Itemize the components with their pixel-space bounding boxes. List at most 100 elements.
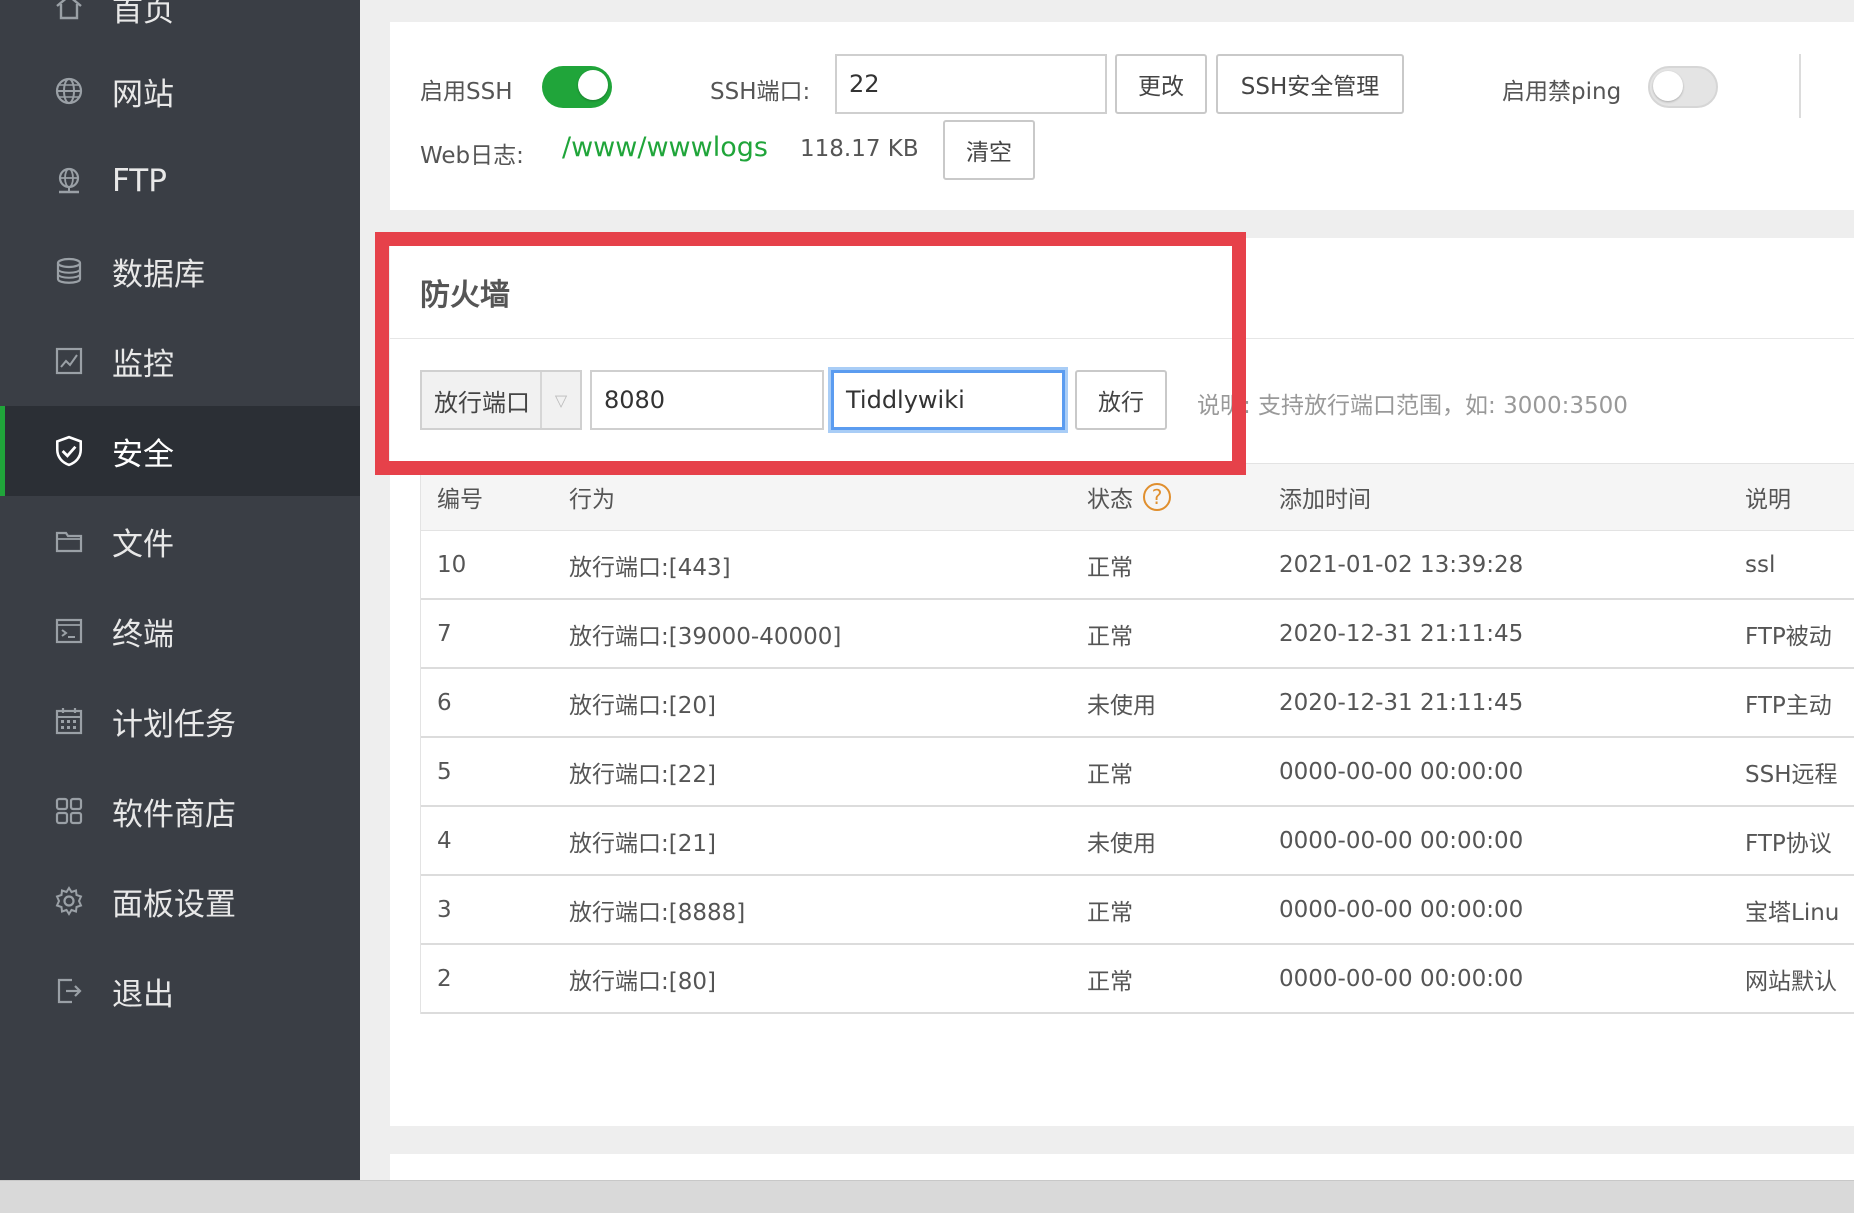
bottom-bar <box>0 1180 1854 1213</box>
globe-icon <box>52 74 86 108</box>
cell-note: 宝塔Linu <box>1745 899 1840 926</box>
sidebar-item-terminal[interactable]: 终端 <box>0 586 360 676</box>
column-header-time: 添加时间 <box>1279 487 1371 513</box>
cell-action: 放行端口:[8888] <box>569 899 746 926</box>
sidebar-item-label: 首页 <box>112 0 174 29</box>
column-header-status-label: 状态 <box>1087 487 1133 513</box>
sidebar-item-websites[interactable]: 网站 <box>0 46 360 136</box>
table-row: 2 放行端口:[80] 正常 0000-00-00 00:00:00 网站默认 <box>421 945 1854 1014</box>
sidebar-item-label: 数据库 <box>112 256 205 293</box>
table-row: 7 放行端口:[39000-40000] 正常 2020-12-31 21:11… <box>421 600 1854 669</box>
ssh-enable-toggle[interactable] <box>542 66 612 108</box>
cell-status: 正常 <box>1087 761 1133 788</box>
clear-log-button[interactable]: 清空 <box>943 120 1035 180</box>
ssh-security-button[interactable]: SSH安全管理 <box>1216 54 1404 114</box>
ssh-enable-label: 启用SSH <box>420 79 513 105</box>
cell-time: 2020-12-31 21:11:45 <box>1279 689 1524 716</box>
ftp-icon <box>52 164 86 198</box>
cell-note: ssl <box>1745 551 1776 578</box>
sidebar-item-home[interactable]: 首页 <box>0 0 360 52</box>
ssh-port-input[interactable]: 22 <box>835 54 1107 114</box>
column-header-action: 行为 <box>569 487 615 513</box>
sidebar-item-label: 网站 <box>112 76 174 113</box>
sidebar-item-panel-settings[interactable]: 面板设置 <box>0 856 360 946</box>
monitor-icon <box>52 344 86 378</box>
sidebar-item-label: 监控 <box>112 346 174 383</box>
sidebar-item-security[interactable]: 安全 <box>0 406 360 496</box>
cell-action: 放行端口:[21] <box>569 830 716 857</box>
cell-time: 0000-00-00 00:00:00 <box>1279 827 1524 854</box>
cell-time: 0000-00-00 00:00:00 <box>1279 965 1524 992</box>
divider <box>1799 54 1801 118</box>
table-row: 5 放行端口:[22] 正常 0000-00-00 00:00:00 SSH远程 <box>421 738 1854 807</box>
settings-panel: 启用SSH SSH端口: 22 更改 SSH安全管理 启用禁ping Web日志… <box>390 22 1854 210</box>
firewall-panel: 防火墙 放行端口 ▽ 8080 Tiddlywiki 放行 说明: 支持放行端口… <box>390 238 1854 1126</box>
cell-status: 未使用 <box>1087 692 1156 719</box>
sidebar-item-cron[interactable]: 计划任务 <box>0 676 360 766</box>
sidebar-item-files[interactable]: 文件 <box>0 496 360 586</box>
cell-id: 5 <box>437 758 452 785</box>
table-row: 3 放行端口:[8888] 正常 0000-00-00 00:00:00 宝塔L… <box>421 876 1854 945</box>
cell-id: 3 <box>437 896 452 923</box>
question-icon[interactable]: ? <box>1143 483 1171 511</box>
sidebar-item-label: 文件 <box>112 526 174 563</box>
toggle-knob <box>1653 71 1683 101</box>
sidebar-item-label: 退出 <box>112 976 174 1013</box>
gear-icon <box>52 884 86 918</box>
sidebar-item-ftp[interactable]: FTP <box>0 136 360 226</box>
weblog-label: Web日志: <box>420 143 524 169</box>
cell-action: 放行端口:[20] <box>569 692 716 719</box>
database-icon <box>52 254 86 288</box>
cell-status: 正常 <box>1087 623 1133 650</box>
sidebar-item-monitor[interactable]: 监控 <box>0 316 360 406</box>
sidebar-item-logout[interactable]: 退出 <box>0 946 360 1036</box>
select-value: 放行端口 <box>434 388 530 417</box>
ping-toggle[interactable] <box>1648 66 1718 108</box>
cell-status: 未使用 <box>1087 830 1156 857</box>
cell-time: 0000-00-00 00:00:00 <box>1279 758 1524 785</box>
firewall-rules-table: 编号 行为 状态 ? 添加时间 说明 10 放行端口:[443] 正常 2021… <box>420 463 1854 1014</box>
description-input[interactable]: Tiddlywiki <box>831 370 1065 430</box>
port-input[interactable]: 8080 <box>590 370 824 430</box>
firewall-title: 防火墙 <box>420 278 510 313</box>
apps-grid-icon <box>52 794 86 828</box>
sidebar-item-app-store[interactable]: 软件商店 <box>0 766 360 856</box>
rule-type-select[interactable]: 放行端口 ▽ <box>420 370 582 430</box>
table-row: 10 放行端口:[443] 正常 2021-01-02 13:39:28 ssl <box>421 531 1854 600</box>
allow-port-button[interactable]: 放行 <box>1075 370 1167 430</box>
sidebar-item-label: FTP <box>112 163 167 199</box>
ssh-port-label: SSH端口: <box>710 79 811 105</box>
calendar-icon <box>52 704 86 738</box>
cell-action: 放行端口:[80] <box>569 968 716 995</box>
cell-note: FTP协议 <box>1745 830 1832 857</box>
cell-note: FTP主动 <box>1745 692 1832 719</box>
column-header-note: 说明 <box>1745 487 1791 513</box>
table-row: 6 放行端口:[20] 未使用 2020-12-31 21:11:45 FTP主… <box>421 669 1854 738</box>
cell-note: 网站默认 <box>1745 968 1837 995</box>
sidebar-item-database[interactable]: 数据库 <box>0 226 360 316</box>
cell-time: 2020-12-31 21:11:45 <box>1279 620 1524 647</box>
change-port-button[interactable]: 更改 <box>1115 54 1207 114</box>
logout-icon <box>52 974 86 1008</box>
cell-action: 放行端口:[443] <box>569 554 731 581</box>
sidebar-item-label: 软件商店 <box>112 796 236 833</box>
cell-status: 正常 <box>1087 968 1133 995</box>
cell-id: 6 <box>437 689 452 716</box>
ping-label: 启用禁ping <box>1502 79 1622 105</box>
home-icon <box>52 0 86 24</box>
cell-id: 4 <box>437 827 452 854</box>
terminal-icon <box>52 614 86 648</box>
divider <box>390 338 1854 339</box>
column-header-id: 编号 <box>437 487 483 513</box>
weblog-size: 118.17 KB <box>800 136 919 162</box>
cell-note: SSH远程 <box>1745 761 1838 788</box>
table-header: 编号 行为 状态 ? 添加时间 说明 <box>421 464 1854 531</box>
cell-id: 2 <box>437 965 452 992</box>
cell-id: 10 <box>437 551 467 578</box>
column-header-status: 状态 ? <box>1087 464 1277 530</box>
weblog-path-link[interactable]: /www/wwwlogs <box>562 132 768 163</box>
chevron-down-icon: ▽ <box>540 372 580 428</box>
cell-action: 放行端口:[39000-40000] <box>569 623 842 650</box>
sidebar-item-label: 面板设置 <box>112 886 236 923</box>
cell-action: 放行端口:[22] <box>569 761 716 788</box>
